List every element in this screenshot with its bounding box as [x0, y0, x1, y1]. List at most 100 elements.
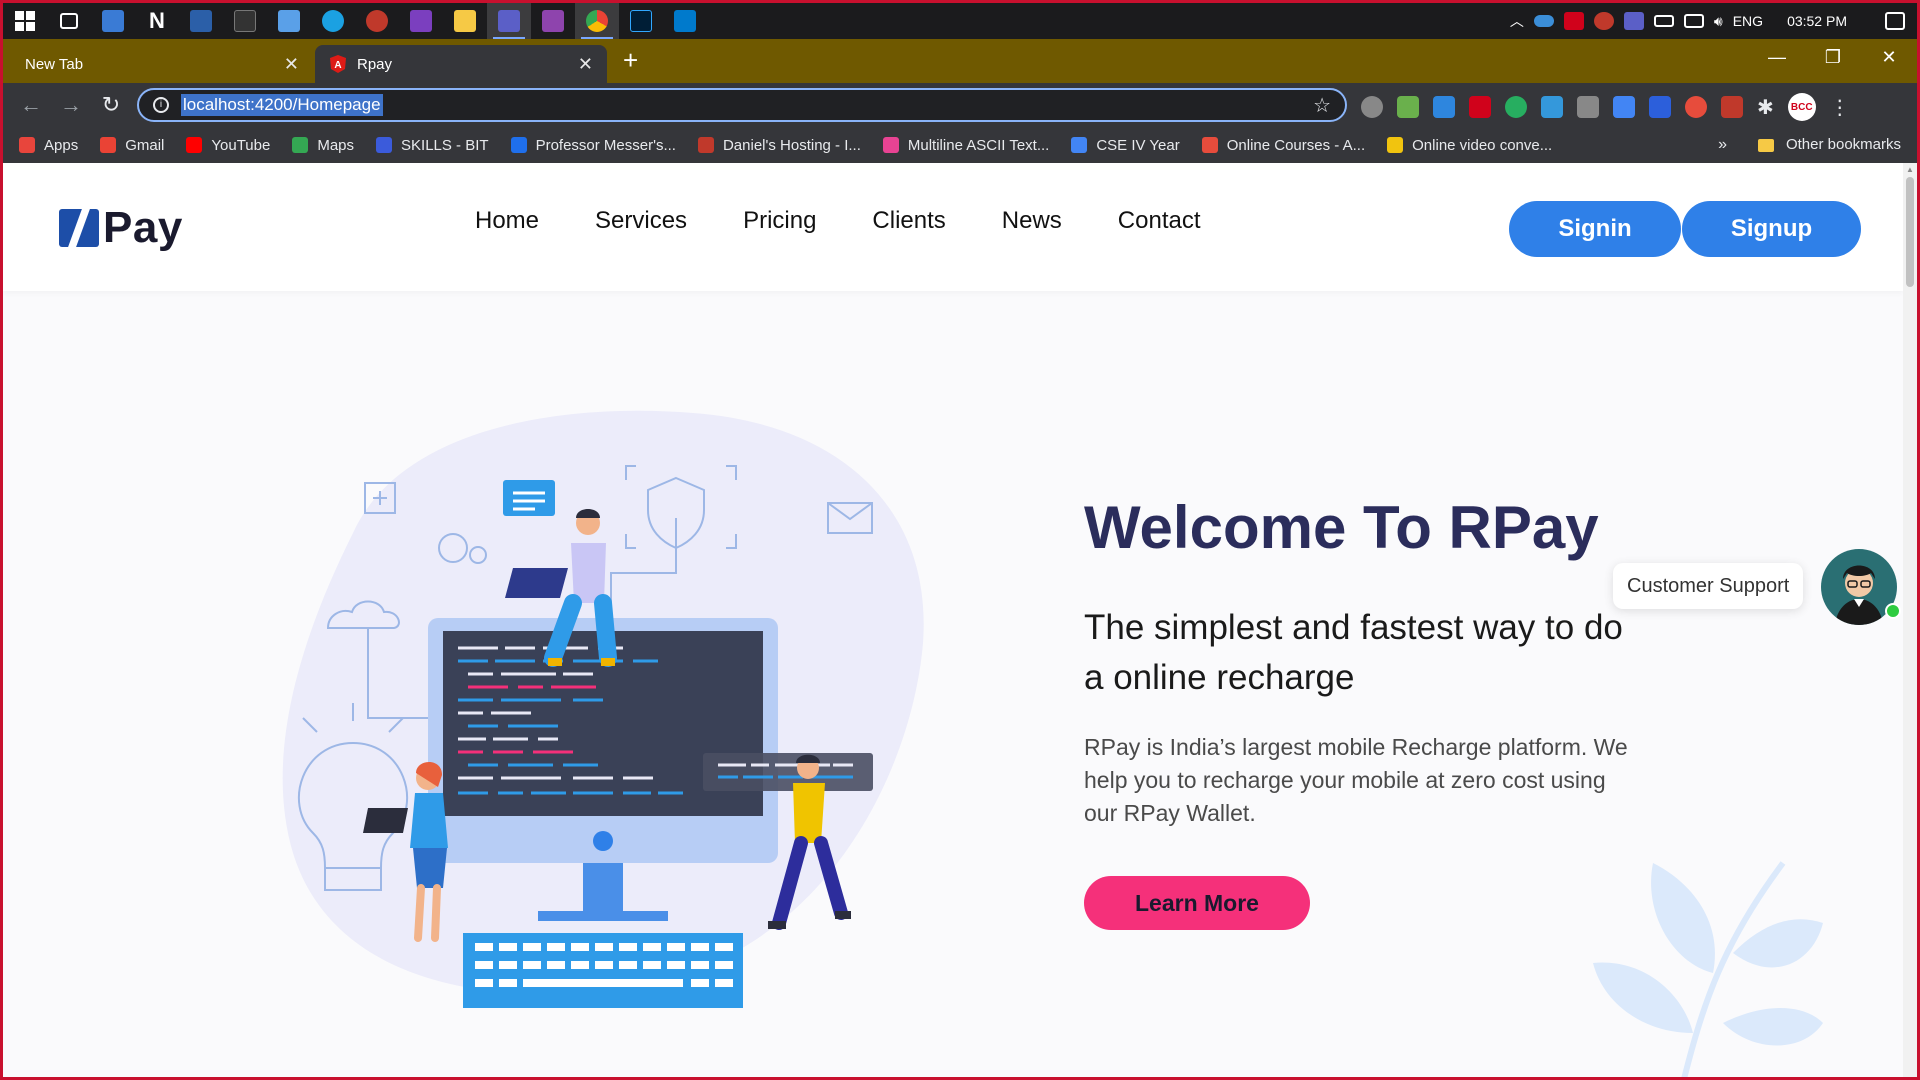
extension-icon[interactable]: [1685, 96, 1707, 118]
volume-icon[interactable]: 🔊︎: [1714, 13, 1723, 30]
extension-icon[interactable]: [1469, 96, 1491, 118]
close-window-icon[interactable]: ✕: [1861, 39, 1917, 75]
extension-icon[interactable]: [1721, 96, 1743, 118]
page-scrollbar[interactable]: ▲: [1903, 163, 1917, 1077]
extension-icon[interactable]: [1649, 96, 1671, 118]
vscode-icon[interactable]: [663, 3, 707, 39]
other-bookmarks-label: Other bookmarks: [1785, 136, 1901, 153]
extension-icon[interactable]: [1505, 96, 1527, 118]
chevron-up-icon[interactable]: ︿: [1510, 11, 1524, 31]
bookmark-star-icon[interactable]: ☆: [1313, 93, 1331, 118]
browser-toolbar: ← → ↻ i localhost:4200/Homepage ☆ ✱ BCC …: [3, 83, 1917, 127]
bookmark-item[interactable]: Online video conve...: [1387, 137, 1552, 154]
puzzle-icon[interactable]: ✱: [1757, 95, 1774, 120]
drive-icon[interactable]: [1577, 96, 1599, 118]
tab-title: New Tab: [25, 55, 84, 73]
nav-services[interactable]: Services: [595, 207, 687, 235]
logo-mark-icon: [59, 209, 99, 247]
bookmark-item[interactable]: Apps: [19, 137, 78, 154]
extension-icon[interactable]: [1433, 96, 1455, 118]
chrome-icon[interactable]: [575, 3, 619, 39]
teams-tray-icon[interactable]: [1623, 12, 1644, 30]
notion-icon[interactable]: N: [135, 3, 179, 39]
learn-more-button[interactable]: Learn More: [1084, 876, 1310, 930]
signin-button[interactable]: Signin: [1509, 201, 1681, 257]
scrollbar-thumb[interactable]: [1906, 177, 1914, 287]
bookmark-favicon-icon: [376, 137, 393, 153]
app-tray-icon[interactable]: [1593, 12, 1614, 30]
hero-subtitle: The simplest and fastest way to do a onl…: [1084, 608, 1623, 697]
photos-icon[interactable]: [267, 3, 311, 39]
app-icon[interactable]: [223, 3, 267, 39]
browser-tab-strip: New Tab ✕ A Rpay ✕: [3, 39, 1917, 83]
forward-icon[interactable]: →: [51, 92, 91, 118]
bookmark-item[interactable]: Professor Messer's...: [510, 137, 676, 154]
chat-screen-panel: [703, 753, 873, 791]
bookmark-item[interactable]: Maps: [292, 137, 354, 154]
bookmark-label: Online video conve...: [1412, 136, 1553, 154]
clock[interactable]: 03:52 PM: [1787, 13, 1847, 29]
bookmark-item[interactable]: YouTube: [186, 137, 270, 154]
profile-avatar[interactable]: BCC: [1787, 93, 1816, 121]
reload-icon[interactable]: ↻: [91, 92, 131, 118]
hero-description: RPay is India’s largest mobile Recharge …: [1084, 734, 1628, 826]
restore-icon[interactable]: ❐: [1805, 39, 1861, 75]
close-icon[interactable]: ✕: [284, 54, 299, 75]
bookmarks-overflow-button[interactable]: »: [1718, 127, 1727, 163]
extension-icon[interactable]: [1397, 96, 1419, 118]
photoshop-icon[interactable]: [619, 3, 663, 39]
extension-icon[interactable]: [1361, 96, 1383, 118]
edge-icon[interactable]: [311, 3, 355, 39]
close-icon[interactable]: ✕: [578, 54, 593, 75]
notifications-icon[interactable]: [1885, 12, 1905, 30]
teams-icon[interactable]: [487, 3, 531, 39]
app-icon[interactable]: [179, 3, 223, 39]
bookmark-label: CSE IV Year: [1096, 136, 1180, 154]
windows-start-icon[interactable]: [3, 3, 47, 39]
app-icon[interactable]: [355, 3, 399, 39]
back-icon[interactable]: ←: [11, 92, 51, 118]
nav-home[interactable]: Home: [475, 207, 539, 235]
tab-rpay[interactable]: A Rpay ✕: [315, 45, 607, 83]
file-explorer-icon[interactable]: [443, 3, 487, 39]
nav-news[interactable]: News: [1002, 207, 1062, 235]
visual-studio-icon[interactable]: [531, 3, 575, 39]
network-icon[interactable]: [1683, 14, 1704, 28]
leaf-decoration-icon: [1593, 861, 1823, 1077]
translate-icon[interactable]: [1613, 96, 1635, 118]
minimize-icon[interactable]: —: [1749, 39, 1805, 75]
kebab-menu-icon[interactable]: ⋮: [1830, 95, 1850, 120]
bookmark-item[interactable]: Multiline ASCII Text...: [882, 137, 1049, 154]
url-text[interactable]: localhost:4200/Homepage: [181, 94, 383, 116]
nav-contact[interactable]: Contact: [1118, 207, 1201, 235]
bookmark-item[interactable]: CSE IV Year: [1071, 136, 1180, 154]
bookmark-item[interactable]: Online Courses - A...: [1201, 137, 1365, 154]
app-icon[interactable]: [91, 3, 135, 39]
language-indicator[interactable]: ENG: [1733, 13, 1763, 29]
customer-support-label[interactable]: Customer Support: [1613, 563, 1804, 609]
bookmark-item[interactable]: Gmail: [100, 137, 164, 154]
other-bookmarks[interactable]: Other bookmarks: [1757, 127, 1901, 163]
bookmark-item[interactable]: SKILLS - BIT: [376, 137, 489, 154]
nav-clients[interactable]: Clients: [872, 207, 945, 235]
bookmark-favicon-icon: [882, 137, 899, 153]
windows-taskbar: N ︿ 🔊︎ ENG 03:52 PM: [3, 3, 1917, 39]
bookmark-favicon-icon: [186, 137, 203, 153]
onedrive-icon[interactable]: [1533, 15, 1554, 27]
new-tab-button[interactable]: +: [623, 47, 638, 73]
nav-pricing[interactable]: Pricing: [743, 207, 816, 235]
rpay-logo[interactable]: Pay: [59, 203, 183, 253]
info-icon[interactable]: i: [153, 97, 169, 113]
visual-studio-icon[interactable]: [399, 3, 443, 39]
app-tray-icon[interactable]: [1563, 12, 1584, 30]
scroll-up-icon[interactable]: ▲: [1906, 165, 1914, 174]
address-bar[interactable]: i localhost:4200/Homepage ☆: [137, 88, 1347, 122]
bookmark-item[interactable]: Daniel's Hosting - I...: [697, 137, 861, 154]
bookmark-favicon-icon: [100, 137, 117, 153]
tab-new-tab[interactable]: New Tab ✕: [11, 45, 313, 83]
system-tray: ︿ 🔊︎ ENG 03:52 PM: [1510, 3, 1917, 39]
signup-button[interactable]: Signup: [1682, 201, 1861, 257]
extension-icon[interactable]: [1541, 96, 1563, 118]
battery-icon[interactable]: [1653, 15, 1674, 27]
task-view-icon[interactable]: [47, 3, 91, 39]
